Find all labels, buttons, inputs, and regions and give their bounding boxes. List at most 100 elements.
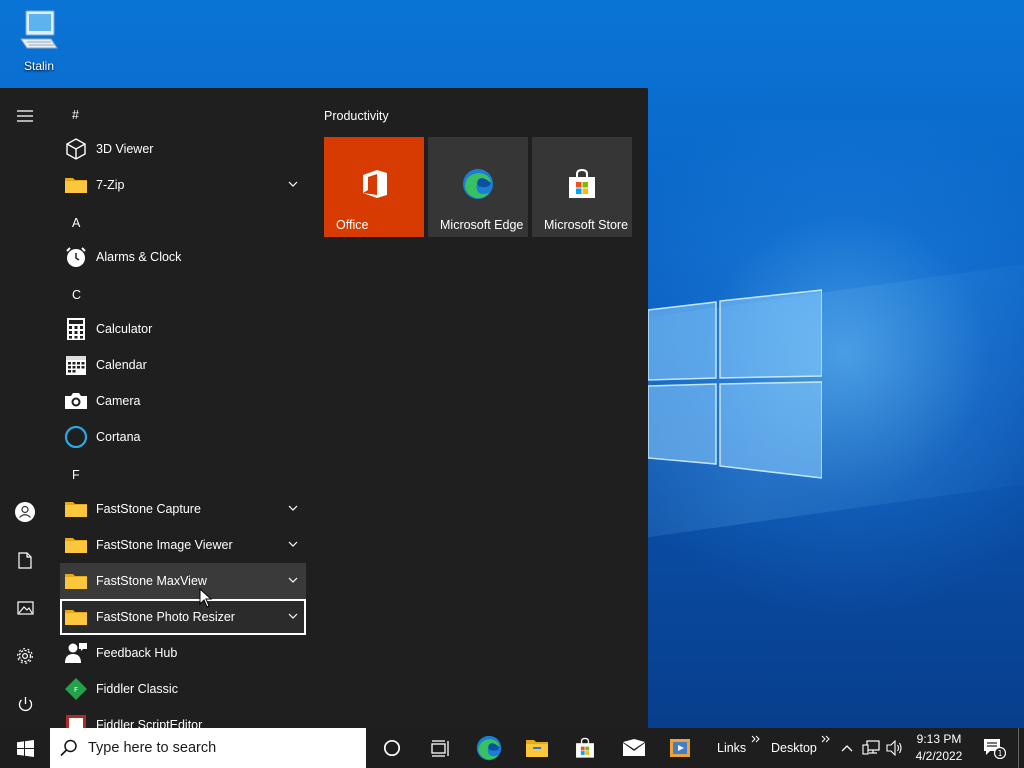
cube-icon	[66, 138, 86, 160]
folder-icon	[65, 610, 87, 625]
expand-menu-button[interactable]	[0, 96, 50, 136]
folder-icon	[65, 178, 87, 193]
pictures-button[interactable]	[0, 588, 50, 628]
task-view-button[interactable]	[416, 728, 464, 768]
app-label: FastStone Capture	[96, 502, 201, 516]
app-label: Calendar	[96, 358, 147, 372]
svg-text:F: F	[74, 686, 78, 694]
tile-label: Microsoft Edge	[440, 218, 524, 232]
app-faststone-image-viewer[interactable]: FastStone Image Viewer	[60, 527, 306, 563]
office-icon	[363, 170, 387, 198]
calculator-icon	[67, 318, 85, 340]
cortana-button[interactable]	[368, 728, 416, 768]
toolbar-links-expand-icon[interactable]	[751, 735, 760, 743]
letter-header-hash[interactable]: #	[72, 108, 79, 122]
toolbar-desktop[interactable]: Desktop	[771, 728, 817, 768]
documents-icon	[18, 551, 32, 569]
app-faststone-capture[interactable]: FastStone Capture	[60, 491, 306, 527]
tile-microsoft-edge[interactable]: Microsoft Edge	[428, 137, 528, 237]
search-icon	[60, 739, 77, 757]
computer-icon	[20, 10, 58, 49]
tile-office[interactable]: Office	[324, 137, 424, 237]
calendar-icon	[66, 356, 86, 375]
fiddler-script-editor-icon	[66, 715, 86, 728]
pictures-icon	[16, 601, 34, 615]
app-fiddler-classic[interactable]: F Fiddler Classic	[60, 671, 306, 707]
app-3d-viewer[interactable]: 3D Viewer	[60, 131, 306, 167]
taskbar-clock[interactable]: 9:13 PM 4/2/2022	[906, 731, 972, 765]
app-camera[interactable]: Camera	[60, 383, 306, 419]
letter-header-a[interactable]: A	[72, 216, 80, 230]
documents-button[interactable]	[0, 540, 50, 580]
volume-button[interactable]	[884, 728, 906, 768]
app-label: Calculator	[96, 322, 153, 336]
camera-icon	[65, 393, 87, 409]
taskbar-store-button[interactable]	[561, 728, 609, 768]
letter-header-c[interactable]: C	[72, 288, 81, 302]
app-calendar[interactable]: Calendar	[60, 347, 306, 383]
mail-icon	[622, 739, 646, 756]
app-alarms-clock[interactable]: Alarms & Clock	[60, 239, 306, 275]
fiddler-icon: F	[65, 678, 87, 700]
action-center-button[interactable]: 1	[978, 728, 1010, 768]
cortana-circle-icon	[383, 739, 401, 757]
app-faststone-maxview[interactable]: FastStone MaxView	[60, 563, 306, 599]
chevron-down-icon[interactable]	[288, 179, 298, 189]
app-calculator[interactable]: Calculator	[60, 311, 306, 347]
tile-group-title[interactable]: Productivity	[324, 109, 389, 123]
folder-icon	[65, 574, 87, 589]
cortana-icon	[64, 425, 88, 449]
store-icon	[569, 168, 595, 198]
start-menu-rail	[0, 88, 50, 728]
taskbar-search-box[interactable]: Type here to search	[50, 728, 366, 768]
edge-icon	[476, 735, 502, 761]
app-cortana[interactable]: Cortana	[60, 419, 306, 455]
app-label: Fiddler Classic	[96, 682, 178, 696]
power-button[interactable]	[0, 684, 50, 724]
toolbar-desktop-expand-icon[interactable]	[821, 735, 830, 743]
app-label: Feedback Hub	[96, 646, 178, 660]
feedback-hub-icon	[65, 643, 87, 663]
app-feedback-hub[interactable]: Feedback Hub	[60, 635, 306, 671]
desktop-icon-this-pc[interactable]: Stalin	[8, 8, 70, 73]
app-fiddler-script-editor[interactable]: Fiddler ScriptEditor	[60, 707, 306, 728]
clock-date: 4/2/2022	[915, 749, 963, 763]
show-hidden-icons-button[interactable]	[838, 728, 856, 768]
volume-icon	[886, 740, 902, 756]
settings-button[interactable]	[0, 636, 50, 676]
search-placeholder: Type here to search	[88, 740, 217, 756]
chevron-down-icon[interactable]	[288, 611, 298, 621]
task-view-icon	[430, 739, 449, 757]
toolbar-links[interactable]: Links	[717, 728, 746, 768]
file-explorer-icon	[526, 740, 548, 757]
chevron-down-icon[interactable]	[288, 503, 298, 513]
user-account-button[interactable]	[0, 492, 50, 532]
chevron-down-icon[interactable]	[288, 575, 298, 585]
taskbar-edge-button[interactable]	[465, 728, 513, 768]
app-list: # 3D Viewer 7-Zip A Alarms & Clock C Cal…	[50, 88, 314, 728]
letter-header-f[interactable]: F	[72, 468, 80, 482]
taskbar-file-explorer-button[interactable]	[513, 728, 561, 768]
edge-icon	[463, 169, 493, 199]
app-label: Fiddler ScriptEditor	[96, 718, 203, 728]
alarm-clock-icon	[66, 247, 86, 267]
app-label: 3D Viewer	[96, 142, 154, 156]
taskbar: Type here to search Links Desktop 9:13 P…	[0, 728, 1024, 768]
tile-label: Microsoft Store	[544, 218, 629, 232]
taskbar-mail-button[interactable]	[610, 728, 658, 768]
app-7-zip[interactable]: 7-Zip	[60, 167, 306, 203]
show-desktop-button[interactable]	[1018, 728, 1024, 768]
app-faststone-photo-resizer[interactable]: FastStone Photo Resizer	[60, 599, 306, 635]
chevron-down-icon[interactable]	[288, 539, 298, 549]
folder-icon	[65, 538, 87, 553]
start-button[interactable]	[0, 728, 50, 768]
app-label: FastStone MaxView	[96, 574, 207, 588]
taskbar-media-player-button[interactable]	[656, 728, 704, 768]
app-label: FastStone Image Viewer	[96, 538, 233, 552]
hamburger-menu-icon	[17, 110, 33, 122]
chevron-up-icon	[841, 745, 853, 752]
tile-microsoft-store[interactable]: Microsoft Store	[532, 137, 632, 237]
app-label: Cortana	[96, 430, 141, 444]
media-player-icon	[670, 739, 690, 757]
network-button[interactable]	[860, 728, 882, 768]
